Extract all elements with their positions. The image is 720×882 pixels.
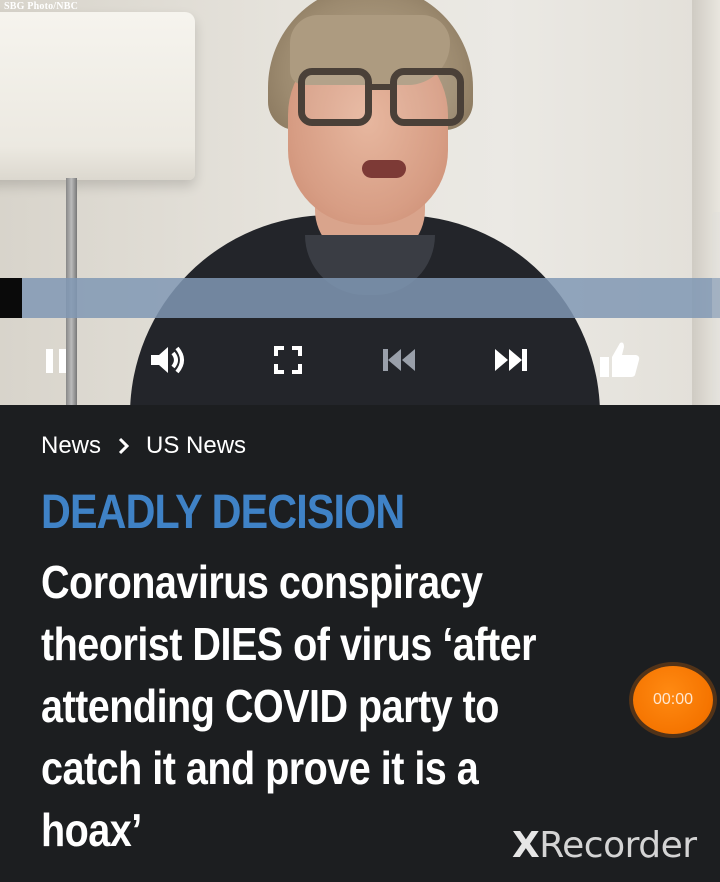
headline-line: attending COVID party to <box>41 680 499 732</box>
breadcrumb: News US News <box>41 432 246 460</box>
headline-line: Coronavirus conspiracy <box>41 556 483 608</box>
recording-timer-button[interactable]: 00:00 <box>633 666 713 734</box>
article-kicker: DEADLY DECISION <box>41 486 405 539</box>
volume-icon <box>151 346 184 374</box>
next-button[interactable] <box>489 338 533 382</box>
chevron-right-icon <box>118 437 130 455</box>
skip-back-icon <box>383 349 415 371</box>
video-progress-played <box>0 278 22 318</box>
video-progress-bar[interactable] <box>0 278 720 318</box>
volume-button[interactable] <box>146 338 190 382</box>
headline-line: catch it and prove it is a <box>41 742 479 794</box>
xrecorder-watermark: XRecorder <box>512 825 697 866</box>
video-player[interactable]: SBG Photo/NBC <box>0 0 720 405</box>
recording-timer-label: 00:00 <box>652 691 694 708</box>
fullscreen-icon <box>274 346 302 374</box>
video-controls <box>0 326 720 396</box>
pause-button[interactable] <box>34 338 78 382</box>
thumbs-up-icon <box>600 342 640 377</box>
photo-credit: SBG Photo/NBC <box>4 1 79 12</box>
headline-line: theorist DIES of virus ‘after <box>41 618 537 670</box>
previous-button[interactable] <box>377 338 421 382</box>
breadcrumb-us-news[interactable]: US News <box>146 432 246 460</box>
article-headline: Coronavirus conspiracy theorist DIES of … <box>41 551 643 861</box>
like-button[interactable] <box>598 338 642 382</box>
skip-forward-icon <box>495 349 527 371</box>
pause-icon <box>46 349 66 373</box>
fullscreen-button[interactable] <box>266 338 310 382</box>
eyeglasses <box>298 68 473 130</box>
article: News US News DEADLY DECISION Coronavirus… <box>0 405 720 882</box>
breadcrumb-news[interactable]: News <box>41 432 101 460</box>
